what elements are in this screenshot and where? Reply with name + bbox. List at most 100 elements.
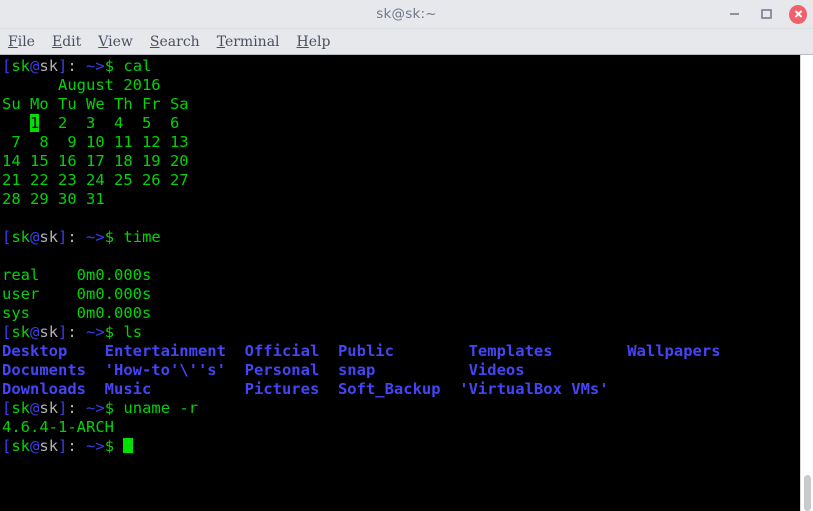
menu-mnemonic: H [296,33,309,50]
close-button[interactable] [789,4,807,24]
menu-mnemonic: T [216,33,225,50]
prompt-at: @ [30,399,40,417]
prompt-colon: : [67,399,77,417]
terminal-line-prompt-time: [sk@sk]: ~>$ time [2,228,800,247]
ls-output-row-2: Documents 'How-to'\''s' Personal snap Vi… [2,361,525,379]
cal-header: August 2016 [2,76,161,94]
prompt-dollar: $ [104,437,115,455]
prompt-at: @ [30,57,40,75]
minimize-button[interactable] [725,5,743,23]
prompt-path: ~> [76,399,105,417]
prompt-path: ~> [76,57,105,75]
menu-label: ile [17,33,35,50]
prompt-user: sk [11,399,31,417]
prompt-user: sk [11,323,31,341]
prompt-colon: : [67,323,77,341]
prompt-host: sk [39,323,59,341]
prompt-open-bracket: [ [2,437,12,455]
title-bar[interactable]: sk@sk:~ [0,0,813,29]
menu-mnemonic: S [149,33,160,50]
prompt-host: sk [39,228,59,246]
cal-week-1: 1 2 3 4 5 6 [2,114,800,133]
menu-label: earch [159,33,200,50]
prompt-at: @ [30,323,40,341]
menu-item-terminal[interactable]: Terminal [217,34,280,50]
cal-weekdays: Su Mo Tu We Th Fr Sa [2,95,189,113]
terminal-screen[interactable]: [sk@sk]: ~>$ cal August 2016 Su Mo Tu We… [0,55,800,511]
prompt-colon: : [67,437,77,455]
prompt-close-bracket: ] [58,228,68,246]
scrollbar-thumb[interactable] [804,475,811,511]
cal-week-5: 28 29 30 31 [2,190,105,208]
menu-label: dit [62,33,82,50]
prompt-dollar: $ [104,228,115,246]
prompt-open-bracket: [ [2,323,12,341]
prompt-open-bracket: [ [2,57,12,75]
terminal-line-active-prompt: [sk@sk]: ~>$ [2,437,800,456]
menu-mnemonic: F [8,33,18,50]
prompt-dollar: $ [104,57,115,75]
prompt-colon: : [67,57,77,75]
terminal-scrollbar[interactable] [800,55,813,511]
menu-item-view[interactable]: View [98,34,133,50]
cal-week1-post: 2 3 4 5 6 [39,114,180,132]
prompt-colon: : [67,228,77,246]
command-time: time [123,228,161,246]
prompt-open-bracket: [ [2,399,12,417]
ls-output-row-1: Desktop Entertainment Official Public Te… [2,342,721,360]
window-title: sk@sk:~ [376,6,437,22]
prompt-path: ~> [76,323,105,341]
menu-item-help[interactable]: Help [297,34,331,50]
prompt-user: sk [11,228,31,246]
menu-mnemonic: E [51,33,63,50]
cal-week1-pre [2,114,30,132]
menu-mnemonic: V [98,33,109,50]
maximize-icon [760,9,772,19]
ls-output-row-3: Downloads Music Pictures Soft_Backup 'Vi… [2,380,609,398]
prompt-open-bracket: [ [2,228,12,246]
prompt-close-bracket: ] [58,399,68,417]
cal-week-3: 14 15 16 17 18 19 20 [2,152,189,170]
menu-item-edit[interactable]: Edit [52,34,81,50]
menu-item-search[interactable]: Search [150,34,200,50]
menu-item-file[interactable]: File [8,34,35,50]
terminal-window: sk@sk:~ File Edit View Search Terminal H… [0,0,813,511]
cal-today-highlight: 1 [30,114,40,132]
terminal-line-prompt-uname: [sk@sk]: ~>$ uname -r [2,399,800,418]
menu-label: erminal [224,33,280,50]
command-cal: cal [123,57,152,75]
prompt-host: sk [39,399,59,417]
prompt-at: @ [30,228,40,246]
text-cursor [123,438,134,453]
prompt-dollar: $ [104,323,115,341]
prompt-user: sk [11,57,31,75]
prompt-path: ~> [76,228,105,246]
cal-week-4: 21 22 23 24 25 26 27 [2,171,189,189]
prompt-dollar: $ [104,399,115,417]
prompt-at: @ [30,437,40,455]
terminal-line-prompt-ls: [sk@sk]: ~>$ ls [2,323,800,342]
menu-bar: File Edit View Search Terminal Help [0,29,813,55]
terminal-area: [sk@sk]: ~>$ cal August 2016 Su Mo Tu We… [0,55,813,511]
time-output-user: user 0m0.000s [2,285,152,303]
command-ls: ls [123,323,143,341]
prompt-user: sk [11,437,31,455]
time-output-real: real 0m0.000s [2,266,152,284]
prompt-close-bracket: ] [58,57,68,75]
terminal-line-prompt-cal: [sk@sk]: ~>$ cal [2,57,800,76]
minimize-icon [729,13,739,15]
menu-label: iew [108,33,133,50]
time-output-sys: sys 0m0.000s [2,304,152,322]
window-controls [725,0,807,28]
maximize-button[interactable] [757,5,775,23]
close-icon [789,4,807,24]
prompt-close-bracket: ] [58,437,68,455]
uname-output: 4.6.4-1-ARCH [2,418,114,436]
prompt-close-bracket: ] [58,323,68,341]
prompt-path: ~> [76,437,105,455]
